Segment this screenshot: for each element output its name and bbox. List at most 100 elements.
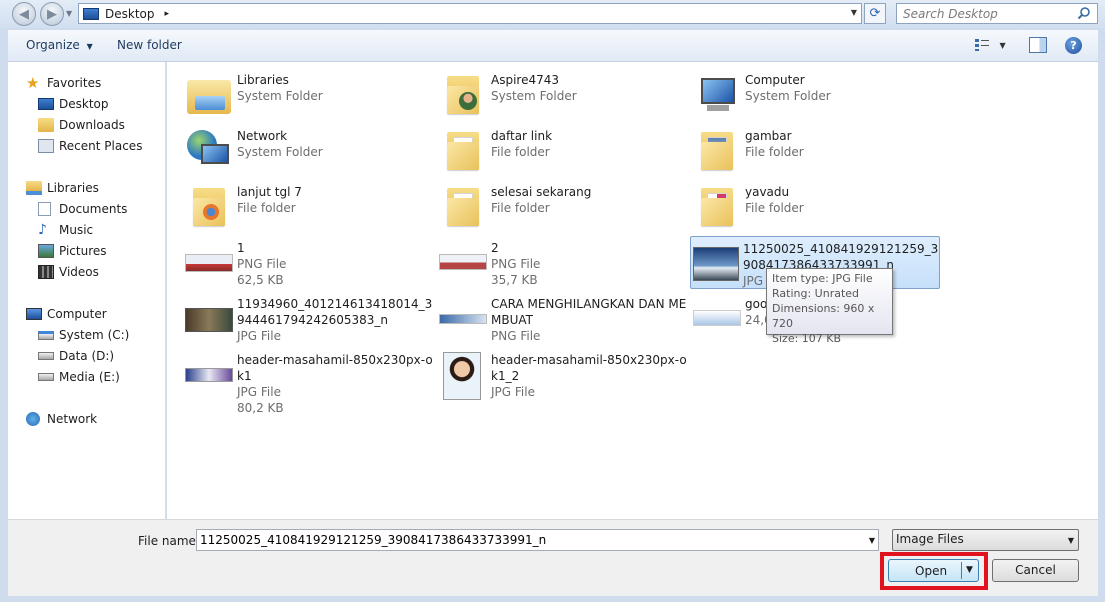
- nav-downloads[interactable]: Downloads: [38, 116, 125, 134]
- nav-favorites[interactable]: ★ Favorites: [26, 74, 101, 92]
- file-type: PNG File: [491, 329, 541, 343]
- open-dropdown-icon[interactable]: ▼: [966, 565, 973, 575]
- downloads-folder-icon: [38, 118, 54, 132]
- file-item[interactable]: 2 PNG File 35,7 KB: [439, 236, 689, 288]
- file-item[interactable]: 1 PNG File 62,5 KB: [185, 236, 435, 288]
- recent-pages-dropdown-icon[interactable]: ▼: [66, 9, 72, 18]
- file-item[interactable]: CARA MENGHILANGKAN DAN MEMBUAT PNG File: [439, 292, 689, 344]
- file-name-label: File name:: [138, 534, 200, 548]
- forward-button[interactable]: ▶: [40, 2, 64, 26]
- address-location[interactable]: Desktop: [105, 7, 155, 21]
- file-type: File folder: [745, 201, 804, 215]
- file-name: yavadu: [745, 185, 790, 199]
- back-arrow-icon: ◀: [19, 6, 29, 22]
- file-item[interactable]: daftar link File folder: [439, 124, 689, 176]
- nav-computer[interactable]: Computer: [26, 305, 107, 323]
- search-box[interactable]: [896, 3, 1098, 24]
- file-type: System Folder: [745, 89, 831, 103]
- preview-pane-button[interactable]: [1029, 37, 1047, 53]
- change-view-button[interactable]: ▼: [974, 38, 1010, 55]
- file-name: CARA MENGHILANGKAN DAN MEMBUAT: [491, 297, 687, 327]
- nav-videos[interactable]: Videos: [38, 263, 99, 281]
- jpg-thumbnail: [185, 296, 233, 340]
- address-dropdown-icon[interactable]: ▼: [851, 8, 857, 17]
- nav-documents[interactable]: Documents: [38, 200, 127, 218]
- view-list-icon: [975, 39, 989, 51]
- png-thumbnail: [185, 240, 233, 284]
- videos-icon: [38, 265, 54, 279]
- file-item[interactable]: Libraries System Folder: [185, 68, 435, 120]
- file-tooltip: Item type: JPG File Rating: Unrated Dime…: [766, 268, 893, 345]
- refresh-button[interactable]: ⟳: [864, 3, 886, 24]
- jpg-thumbnail: [185, 352, 233, 396]
- file-name: header-masahamil-850x230px-ok1: [237, 353, 433, 383]
- nav-libraries[interactable]: Libraries: [26, 179, 99, 197]
- breadcrumb-chevron-icon[interactable]: ▸: [165, 9, 170, 19]
- music-icon: ♪: [38, 222, 47, 238]
- cancel-button[interactable]: Cancel: [992, 559, 1079, 582]
- nav-label: Favorites: [47, 76, 102, 90]
- nav-label: Computer: [47, 307, 107, 321]
- file-name-combobox[interactable]: ▼: [196, 529, 879, 551]
- file-type: File folder: [237, 201, 296, 215]
- nav-desktop[interactable]: Desktop: [38, 95, 109, 113]
- address-field[interactable]: Desktop ▸ ▼: [78, 3, 862, 24]
- file-item[interactable]: yavadu File folder: [693, 180, 943, 232]
- file-type: PNG File: [237, 257, 287, 271]
- nav-label: Music: [59, 223, 94, 237]
- new-folder-button[interactable]: New folder: [117, 38, 182, 52]
- nav-label: Media (E:): [59, 370, 120, 384]
- documents-icon: [38, 202, 51, 216]
- tooltip-size: Size: 107 KB: [772, 332, 842, 345]
- nav-media-e[interactable]: Media (E:): [38, 368, 120, 386]
- file-item[interactable]: selesai sekarang File folder: [439, 180, 689, 232]
- tooltip-rating: Rating: Unrated: [772, 287, 860, 300]
- nav-label: Desktop: [59, 97, 109, 111]
- file-item[interactable]: Computer System Folder: [693, 68, 943, 120]
- forward-arrow-icon: ▶: [47, 6, 57, 22]
- file-item[interactable]: Aspire4743 System Folder: [439, 68, 689, 120]
- nav-recent-places[interactable]: Recent Places: [38, 137, 142, 155]
- file-item[interactable]: 11934960_401214613418014_394446179424260…: [185, 292, 435, 344]
- nav-data-d[interactable]: Data (D:): [38, 347, 114, 365]
- nav-label: Libraries: [47, 181, 99, 195]
- file-item[interactable]: header-masahamil-850x230px-ok1_2 JPG Fil…: [439, 348, 689, 400]
- file-type: File folder: [491, 145, 550, 159]
- back-button[interactable]: ◀: [12, 2, 36, 26]
- network-icon: [185, 128, 233, 172]
- network-icon: [26, 412, 40, 426]
- folder-icon: [693, 128, 741, 172]
- nav-pictures[interactable]: Pictures: [38, 242, 107, 260]
- search-icon[interactable]: [1077, 6, 1091, 20]
- file-item[interactable]: gambar File folder: [693, 124, 943, 176]
- file-name-dropdown-icon[interactable]: ▼: [869, 536, 875, 545]
- tooltip-item-type: Item type: JPG File: [772, 272, 873, 285]
- address-bar: ◀ ▶ ▼ Desktop ▸ ▼ ⟳: [0, 0, 1105, 28]
- help-icon[interactable]: ?: [1065, 37, 1082, 54]
- png-thumbnail: [439, 240, 487, 284]
- file-name: 11934960_401214613418014_394446179424260…: [237, 297, 433, 327]
- organize-button[interactable]: Organize ▼: [26, 38, 93, 52]
- drive-icon: [38, 352, 54, 360]
- file-name: Aspire4743: [491, 73, 560, 87]
- file-name: daftar link: [491, 129, 553, 143]
- nav-label: Documents: [59, 202, 128, 216]
- file-name-input[interactable]: [200, 532, 850, 548]
- search-input[interactable]: [903, 6, 1073, 21]
- folder-icon: [439, 128, 487, 172]
- folder-icon: [439, 184, 487, 228]
- file-type: System Folder: [491, 89, 577, 103]
- jpg-thumbnail: [691, 241, 739, 285]
- file-item[interactable]: Network System Folder: [185, 124, 435, 176]
- navigation-pane: ★ Favorites Desktop Downloads Recent Pla…: [8, 62, 166, 519]
- file-item[interactable]: header-masahamil-850x230px-ok1 JPG File …: [185, 348, 435, 415]
- open-button[interactable]: Open ▼: [888, 559, 979, 582]
- nav-system-c[interactable]: System (C:): [38, 326, 129, 344]
- nav-music[interactable]: ♪ Music: [38, 221, 93, 239]
- file-type-filter[interactable]: Image Files ▼: [892, 529, 1079, 551]
- split-divider: [961, 562, 962, 579]
- folder-icon: [693, 184, 741, 228]
- nav-label: Downloads: [59, 118, 125, 132]
- nav-network[interactable]: Network: [26, 410, 97, 428]
- file-item[interactable]: lanjut tgl 7 File folder: [185, 180, 435, 232]
